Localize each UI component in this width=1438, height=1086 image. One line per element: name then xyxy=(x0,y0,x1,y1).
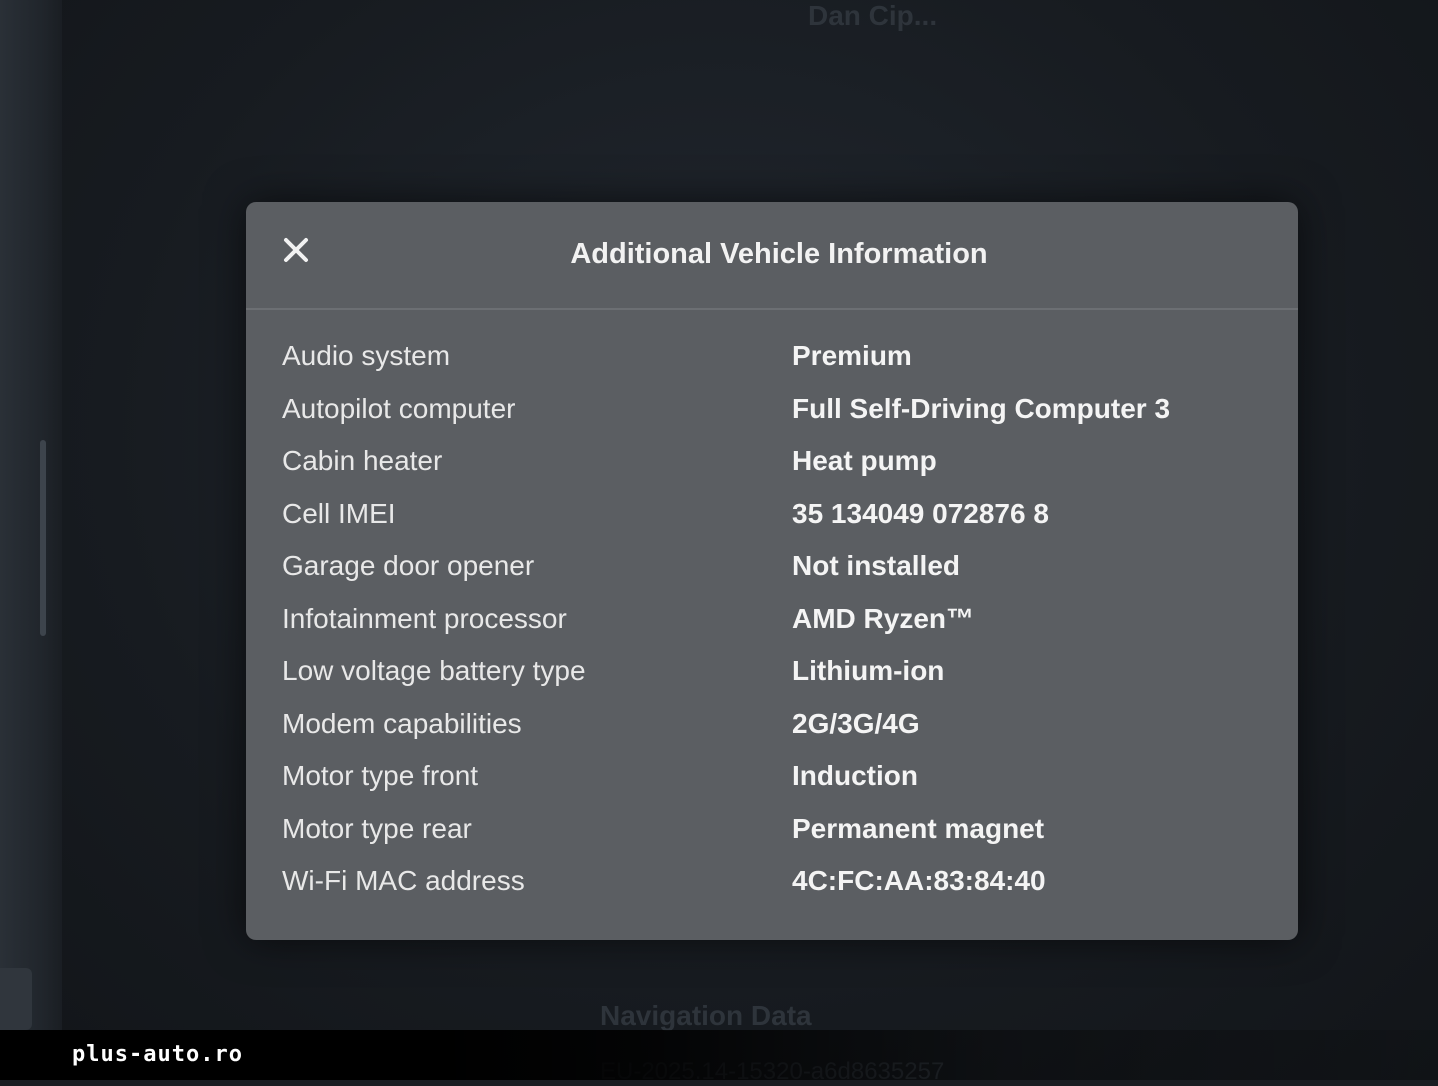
info-label: Motor type front xyxy=(282,760,479,792)
info-row-garage-door-opener: Garage door opener Not installed xyxy=(282,540,1262,593)
info-value: 2G/3G/4G xyxy=(792,707,920,739)
info-label: Audio system xyxy=(282,340,451,372)
scrollbar-handle[interactable] xyxy=(40,440,46,636)
info-value: Premium xyxy=(792,340,912,372)
info-label: Garage door opener xyxy=(282,550,535,582)
modal-title: Additional Vehicle Information xyxy=(570,238,988,270)
vehicle-info-modal: Additional Vehicle Information Audio sys… xyxy=(246,202,1298,940)
info-label: Motor type rear xyxy=(282,812,472,844)
info-label: Autopilot computer xyxy=(282,392,516,424)
info-value: Full Self-Driving Computer 3 xyxy=(792,392,1171,424)
info-row-modem-capabilities: Modem capabilities 2G/3G/4G xyxy=(282,698,1262,751)
info-row-motor-type-front: Motor type front Induction xyxy=(282,750,1262,803)
info-value: Not installed xyxy=(792,550,961,582)
info-label: Cell IMEI xyxy=(282,497,396,529)
info-label: Wi-Fi MAC address xyxy=(282,865,525,897)
info-list: Audio system Premium Autopilot computer … xyxy=(282,330,1262,908)
info-row-low-voltage-battery: Low voltage battery type Lithium-ion xyxy=(282,645,1262,698)
background-nav-heading: Navigation Data xyxy=(600,1000,812,1031)
info-row-wifi-mac-address: Wi-Fi MAC address 4C:FC:AA:83:84:40 xyxy=(282,855,1262,908)
info-label: Infotainment processor xyxy=(282,602,567,634)
info-value: 35 134049 072876 8 xyxy=(792,497,1049,529)
info-value: Heat pump xyxy=(792,445,937,477)
modal-header: Additional Vehicle Information xyxy=(246,202,1298,310)
info-value: AMD Ryzen™ xyxy=(792,602,975,634)
info-row-cabin-heater: Cabin heater Heat pump xyxy=(282,435,1262,488)
background-profile-name: Dan Cip... xyxy=(808,0,938,31)
info-row-motor-type-rear: Motor type rear Permanent magnet xyxy=(282,803,1262,856)
corner-tile xyxy=(0,968,32,1030)
watermark-text: plus-auto.ro xyxy=(72,1042,243,1067)
info-row-audio-system: Audio system Premium xyxy=(282,330,1262,383)
left-panel-edge xyxy=(0,0,62,1040)
info-value: Permanent magnet xyxy=(792,812,1045,844)
info-row-cell-imei: Cell IMEI 35 134049 072876 8 xyxy=(282,488,1262,541)
info-value: Induction xyxy=(792,760,918,792)
info-value: Lithium-ion xyxy=(792,655,945,687)
info-value: 4C:FC:AA:83:84:40 xyxy=(792,865,1046,897)
info-label: Low voltage battery type xyxy=(282,655,586,687)
info-label: Modem capabilities xyxy=(282,707,522,739)
watermark-bar: plus-auto.ro xyxy=(0,1030,1438,1080)
info-label: Cabin heater xyxy=(282,445,443,477)
info-row-autopilot-computer: Autopilot computer Full Self-Driving Com… xyxy=(282,383,1262,436)
info-row-infotainment-processor: Infotainment processor AMD Ryzen™ xyxy=(282,593,1262,646)
